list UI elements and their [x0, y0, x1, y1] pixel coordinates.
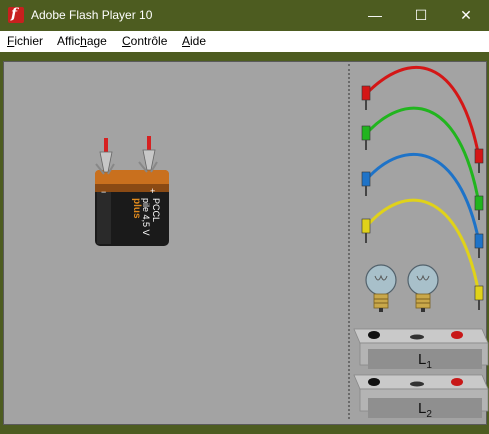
- bulb-2[interactable]: [407, 264, 439, 312]
- menu-affichage-label-end: age: [86, 34, 107, 48]
- battery-plus-text: plus: [131, 198, 142, 219]
- circuit-svg: [95, 66, 489, 418]
- menu-affichage-label-start: Affic: [57, 34, 81, 48]
- battery-terminal-left[interactable]: [95, 138, 115, 175]
- menu-affichage-accel: h: [80, 34, 87, 48]
- wire-plug[interactable]: [474, 285, 484, 310]
- menu-bar: Fichier Affichage Contrôle Aide: [0, 31, 489, 52]
- lamp-holder-2-index: 2: [426, 409, 432, 420]
- wire-plug[interactable]: [361, 218, 371, 243]
- bulb-1[interactable]: [365, 264, 397, 312]
- wire-plug[interactable]: [361, 125, 371, 150]
- wire-plug[interactable]: [474, 195, 484, 220]
- wire-plug[interactable]: [474, 233, 484, 258]
- menu-aide-label: ide: [190, 34, 207, 48]
- circuit-stage[interactable]: − + PCCL pile 4,5 V plus L1 L2: [3, 61, 489, 425]
- close-button[interactable]: ✕: [443, 0, 489, 31]
- wire-plug[interactable]: [361, 85, 371, 110]
- battery-voltage: pile 4,5 V: [141, 198, 151, 236]
- battery-plus-label: +: [150, 186, 156, 196]
- maximize-button[interactable]: ☐: [398, 0, 444, 31]
- wire-plug[interactable]: [361, 171, 371, 196]
- menu-affichage[interactable]: Affichage: [57, 34, 107, 48]
- menu-fichier-label: ichier: [14, 34, 44, 48]
- flash-content-area: − + PCCL pile 4,5 V plus L1 L2: [1, 57, 489, 427]
- minimize-button[interactable]: —: [352, 0, 398, 31]
- menu-fichier[interactable]: Fichier: [7, 34, 43, 48]
- title-bar[interactable]: f Adobe Flash Player 10 — ☐ ✕: [0, 0, 489, 31]
- flash-player-window: f Adobe Flash Player 10 — ☐ ✕ Fichier Af…: [0, 0, 489, 434]
- menu-controle[interactable]: Contrôle: [122, 34, 167, 48]
- battery-brand: PCCL: [151, 198, 161, 223]
- lamp-holder-1-index: 1: [426, 360, 432, 371]
- window-title: Adobe Flash Player 10: [31, 8, 153, 22]
- menu-controle-accel: C: [122, 34, 131, 48]
- battery-minus-label: −: [101, 187, 107, 197]
- wire-plug[interactable]: [474, 148, 484, 173]
- wires: [364, 66, 481, 295]
- menu-aide[interactable]: Aide: [182, 34, 206, 48]
- lamp-holder-1-label: L1: [418, 351, 432, 371]
- lamp-holder-2-label: L2: [418, 400, 432, 420]
- menu-aide-accel: A: [182, 34, 191, 48]
- flash-icon: f: [8, 6, 24, 23]
- menu-controle-label: ontrôle: [130, 34, 168, 48]
- battery-label-block: PCCL pile 4,5 V plus: [131, 198, 161, 278]
- battery-terminal-right[interactable]: [138, 136, 158, 173]
